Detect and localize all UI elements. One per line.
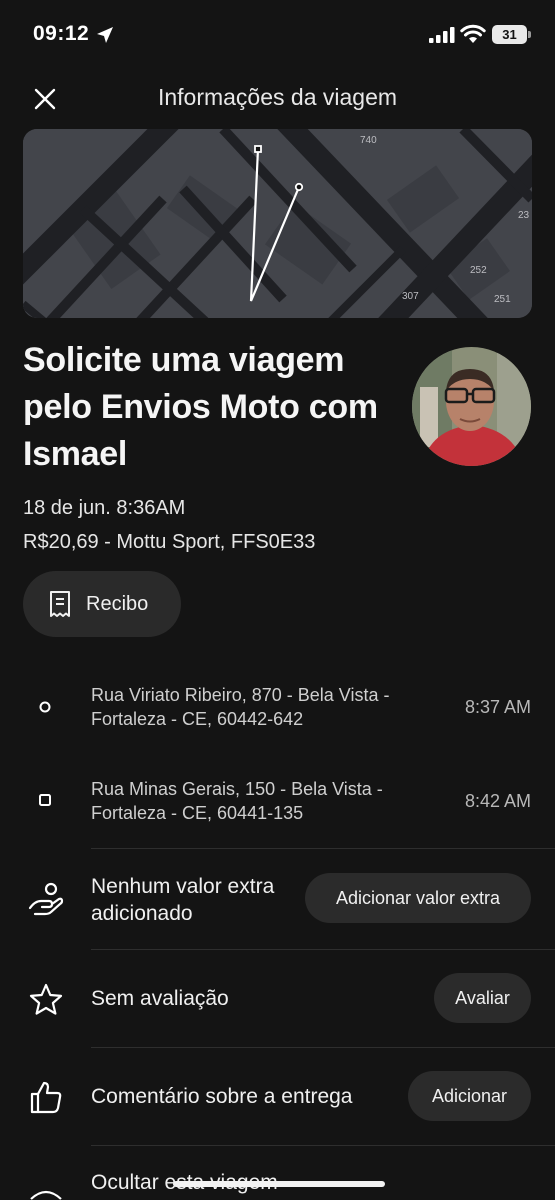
pickup-address: Rua Viriato Ribeiro, 870 - Bela Vista - … <box>91 685 390 729</box>
wifi-icon <box>460 24 486 43</box>
location-arrow-icon <box>97 27 113 43</box>
divider <box>91 949 555 950</box>
feedback-label: Comentário sobre a entrega <box>91 1085 353 1108</box>
thumbs-up-icon <box>27 1078 65 1116</box>
page-title: Informações da viagem <box>157 84 398 110</box>
divider <box>91 1047 555 1048</box>
map-label: 23 <box>518 210 530 221</box>
receipt-icon <box>50 591 70 617</box>
trip-date: 18 de jun. 8:36AM <box>23 497 186 519</box>
dropoff-square-icon <box>39 794 51 806</box>
map-graphic: 740 23 252 307 251 <box>23 129 532 318</box>
map-label: 251 <box>494 294 511 305</box>
divider <box>91 1145 555 1146</box>
battery-tip <box>528 31 531 38</box>
rating-status-label: Sem avaliação <box>91 987 229 1010</box>
pickup-time: 8:37 AM <box>464 697 531 717</box>
home-indicator[interactable] <box>173 1181 385 1187</box>
status-bar: 09:12 31 <box>0 0 555 70</box>
dropoff-time: 8:42 AM <box>464 791 531 811</box>
map-label: 252 <box>470 265 487 276</box>
battery-indicator: 31 <box>492 25 527 44</box>
eye-off-icon <box>27 1180 65 1200</box>
route-map[interactable]: 740 23 252 307 251 <box>23 129 532 318</box>
receipt-button[interactable]: Recibo <box>23 571 181 637</box>
map-label: 307 <box>402 291 419 302</box>
driver-avatar <box>412 347 531 466</box>
pickup-circle-icon <box>39 701 51 713</box>
status-time: 09:12 <box>33 22 90 45</box>
tip-status-label: Nenhum valor extra adicionado <box>91 875 275 925</box>
cellular-signal-icon <box>429 27 455 43</box>
map-dropoff-marker <box>254 145 262 153</box>
map-pickup-marker <box>294 182 304 192</box>
map-label: 740 <box>360 135 377 146</box>
trip-price-vehicle: R$20,69 - Mottu Sport, FFS0E33 <box>23 531 316 553</box>
receipt-label: Recibo <box>86 592 149 615</box>
star-icon <box>27 981 65 1019</box>
divider <box>91 848 555 849</box>
rate-button[interactable]: Avaliar <box>434 973 531 1023</box>
add-feedback-button[interactable]: Adicionar <box>408 1071 531 1121</box>
hand-coin-icon <box>27 880 65 918</box>
trip-title: Solicite uma viagem pelo Envios Moto com… <box>23 341 378 473</box>
dropoff-address: Rua Minas Gerais, 150 - Bela Vista - For… <box>91 779 383 823</box>
add-tip-button[interactable]: Adicionar valor extra <box>305 873 531 923</box>
